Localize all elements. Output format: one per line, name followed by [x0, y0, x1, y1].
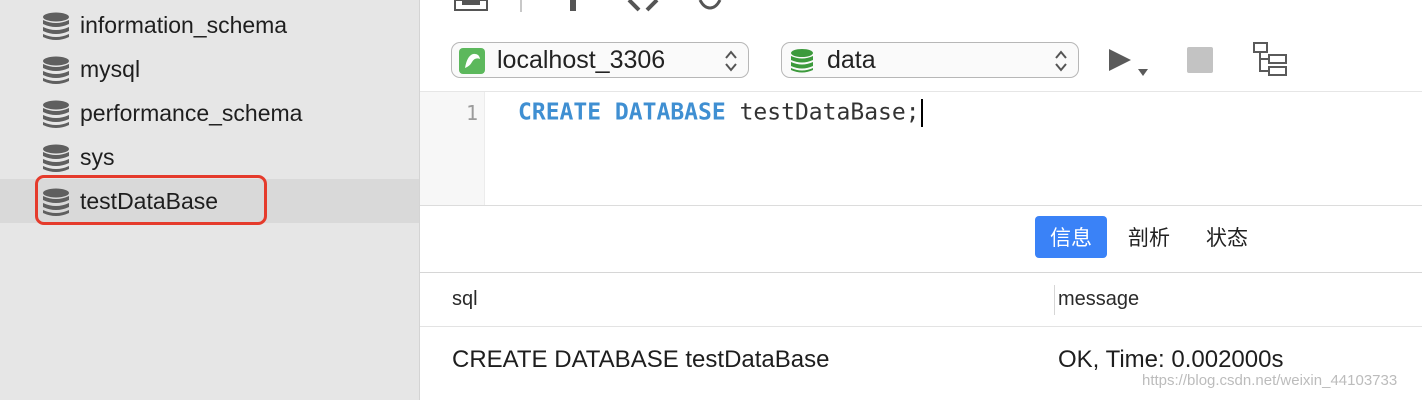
- code-line[interactable]: CREATE DATABASE testDataBase;: [518, 99, 923, 127]
- database-label: sys: [80, 143, 115, 170]
- column-header-sql[interactable]: sql: [452, 288, 478, 311]
- column-divider[interactable]: [1054, 285, 1055, 315]
- sidebar-item-information-schema[interactable]: information_schema: [0, 3, 419, 47]
- sql-editor[interactable]: 1 CREATE DATABASE testDataBase;: [420, 91, 1422, 206]
- database-icon: [43, 144, 69, 172]
- sql-identifier: testDataBase;: [725, 99, 920, 126]
- database-icon: [43, 12, 69, 40]
- tab-profile[interactable]: 剖析: [1113, 216, 1185, 258]
- chevron-updown-icon: [1055, 50, 1067, 72]
- database-icon: [791, 49, 813, 73]
- line-number: 1: [465, 101, 478, 125]
- stop-icon[interactable]: [1187, 47, 1213, 73]
- sidebar-item-sys[interactable]: sys: [0, 135, 419, 179]
- database-value: data: [827, 46, 876, 74]
- table-header-separator: [420, 272, 1422, 273]
- tab-status[interactable]: 状态: [1191, 216, 1263, 258]
- row-separator: [420, 326, 1422, 327]
- toolbar-divider: [520, 0, 522, 12]
- sidebar: information_schema mysql performance_sch…: [0, 0, 420, 400]
- database-label: information_schema: [80, 11, 288, 38]
- database-icon: [43, 100, 69, 128]
- explain-icon[interactable]: [1252, 41, 1290, 79]
- line-gutter: 1: [420, 92, 485, 206]
- database-label: performance_schema: [80, 99, 303, 126]
- save-icon[interactable]: [454, 0, 488, 12]
- toolbar: [420, 0, 1422, 25]
- tab-info[interactable]: 信息: [1035, 216, 1107, 258]
- database-select[interactable]: data: [781, 42, 1079, 78]
- run-icon[interactable]: [1106, 47, 1152, 81]
- text-caret: [920, 99, 923, 127]
- results-tabs: 信息 剖析 状态: [1035, 216, 1269, 258]
- sidebar-item-performance-schema[interactable]: performance_schema: [0, 91, 419, 135]
- connection-select[interactable]: localhost_3306: [451, 42, 749, 78]
- chevron-updown-icon: [725, 50, 737, 72]
- results-divider: [420, 205, 1422, 206]
- database-icon: [43, 56, 69, 84]
- tools-icon[interactable]: [625, 0, 661, 14]
- sidebar-item-mysql[interactable]: mysql: [0, 47, 419, 91]
- column-header-message[interactable]: message: [1058, 288, 1139, 311]
- sql-keyword: CREATE DATABASE: [518, 99, 726, 126]
- code-snippet-icon[interactable]: [696, 0, 726, 10]
- cell-message: OK, Time: 0.002000s: [1058, 346, 1284, 373]
- cell-sql: CREATE DATABASE testDataBase: [452, 346, 830, 373]
- watermark-text: https://blog.csdn.net/weixin_44103733: [1142, 372, 1398, 389]
- connection-value: localhost_3306: [497, 46, 666, 74]
- database-label: mysql: [80, 55, 141, 82]
- highlight-annotation: [35, 175, 267, 225]
- beautify-icon[interactable]: [566, 0, 580, 12]
- mysql-connection-icon: [459, 48, 485, 74]
